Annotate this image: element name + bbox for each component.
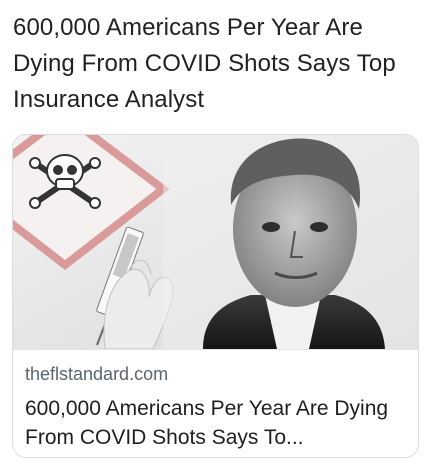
card-domain[interactable]: theflstandard.com: [25, 362, 168, 386]
link-preview-card[interactable]: theflstandard.com 600,000 Americans Per …: [12, 134, 419, 458]
man-portrait-image: [163, 135, 418, 349]
post-text: 600,000 Americans Per Year Are Dying Fro…: [13, 14, 396, 113]
article-thumbnail[interactable]: [13, 135, 418, 349]
thumbnail-photo: [13, 135, 418, 349]
card-title[interactable]: 600,000 Americans Per Year Are Dying Fro…: [25, 394, 410, 452]
card-meta: theflstandard.com 600,000 Americans Per …: [13, 349, 418, 457]
